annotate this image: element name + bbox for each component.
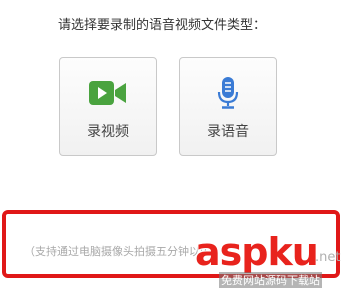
microphone-icon xyxy=(180,77,276,109)
file-type-prompt: 请选择要录制的语音视频文件类型： xyxy=(58,18,267,33)
watermark-domain: .net xyxy=(315,250,341,265)
record-audio-button[interactable]: 录语音 xyxy=(179,57,277,156)
watermark-slogan: 免费网站源码下载站 xyxy=(219,272,322,288)
video-camera-icon xyxy=(60,78,156,108)
watermark-logo: aspku .net 免费网站源码下载站 xyxy=(183,230,353,290)
record-video-label: 录视频 xyxy=(87,124,129,140)
watermark-brand: aspku xyxy=(195,230,319,274)
record-audio-label: 录语音 xyxy=(207,124,249,140)
record-video-button[interactable]: 录视频 xyxy=(59,57,157,156)
